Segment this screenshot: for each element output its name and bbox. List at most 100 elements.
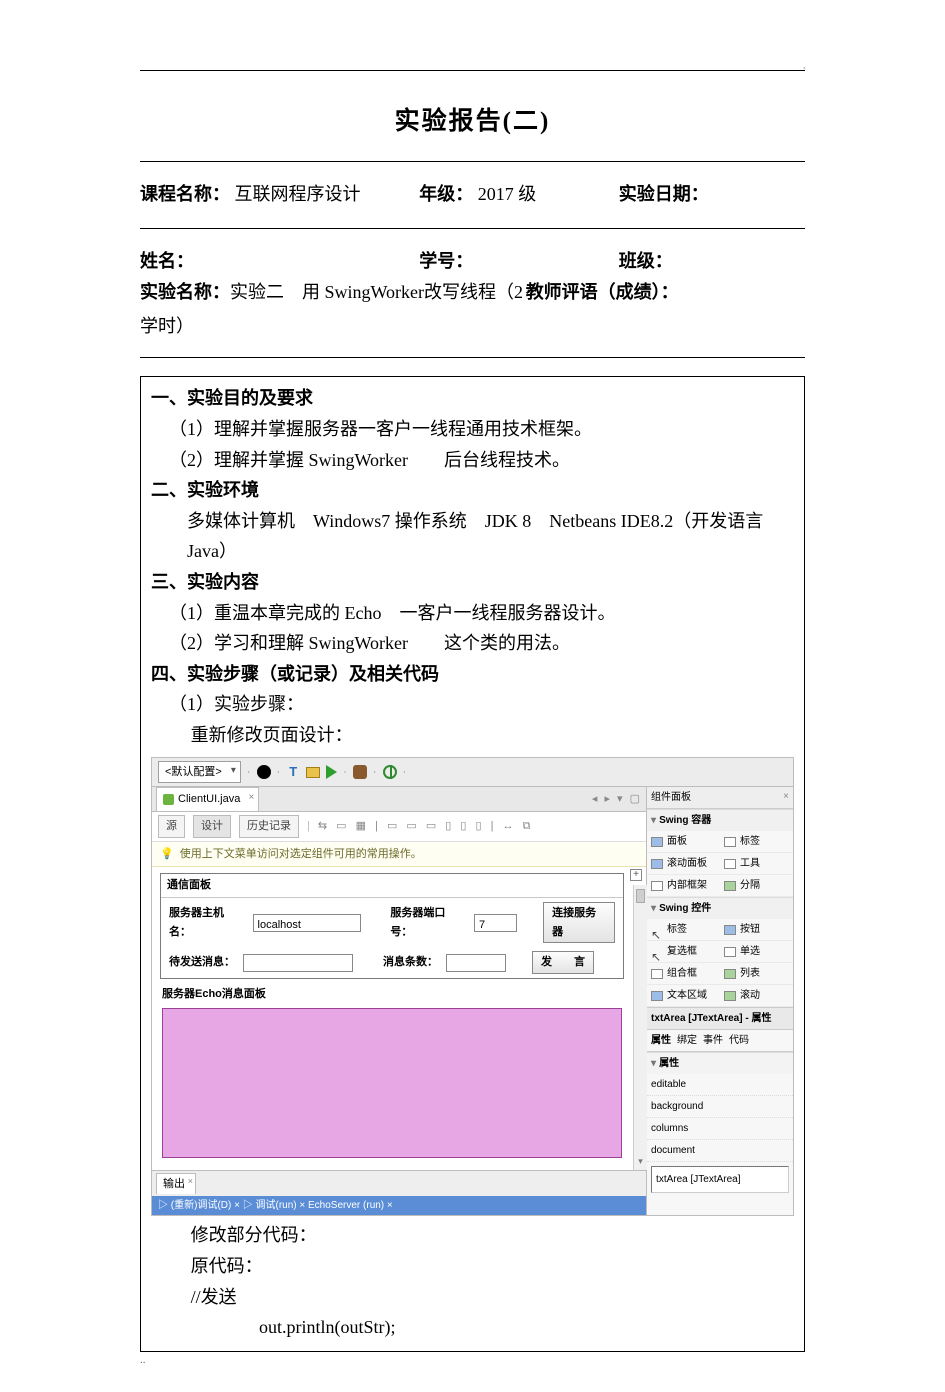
palette-tab[interactable]: 组件面板 ×	[647, 787, 793, 809]
palette-item-icon	[724, 859, 736, 869]
host-input[interactable]: localhost	[253, 914, 361, 932]
palette-item-icon	[724, 881, 736, 891]
palette-sec-controls[interactable]: ▾Swing 控件	[647, 897, 793, 919]
palette-item-icon	[651, 991, 663, 1001]
editor-body: + ▴ ▾ 通信面板 服务器主机名： localhost	[152, 867, 646, 1169]
stop-icon[interactable]	[257, 765, 271, 779]
palette-item[interactable]: 分隔	[720, 875, 793, 897]
editor-tool-icons[interactable]: ⇆ ▭ ▦ | ▭ ▭ ▭ ▯ ▯ ▯ | ↔ ⧉	[318, 817, 534, 836]
editor-bottom: 输出 × ▷ (重新)调试(D) × ▷ 调试(run) × EchoServe…	[152, 1170, 646, 1216]
comm-panel: 通信面板 服务器主机名： localhost 服务器端口号： 7 连接服务器	[160, 873, 624, 979]
properties-header: txtArea [JTextArea] - 属性	[647, 1007, 793, 1030]
palette-item-icon	[724, 925, 736, 935]
date-label: 实验日期：	[619, 184, 709, 204]
grade-label: 年级：	[419, 184, 473, 204]
property-row[interactable]: editable	[647, 1074, 793, 1096]
sec2-body: 多媒体计算机 Windows7 操作系统 JDK 8 Netbeans IDE8…	[151, 506, 794, 567]
palette-item[interactable]: 按钮	[720, 919, 793, 941]
sec1-line1: （1）理解并掌握服务器一客户一线程通用技术框架。	[151, 414, 794, 445]
palette-item[interactable]: 工具	[720, 853, 793, 875]
view-design-btn[interactable]: 设计	[193, 815, 231, 838]
editor-tip-text: 使用上下文菜单访问对选定组件可用的常用操作。	[180, 845, 422, 864]
doc-title: 实验报告(二)	[140, 101, 805, 137]
msg-count-input[interactable]	[446, 954, 506, 972]
properties-section[interactable]: ▾属性	[647, 1052, 793, 1074]
editor-scrollbar[interactable]: ▴ ▾	[633, 885, 647, 1169]
palette-item-icon	[651, 837, 663, 847]
meta-rule-3	[140, 357, 805, 358]
editor-tab-label: ClientUI.java	[178, 790, 240, 809]
property-row[interactable]: document	[647, 1140, 793, 1162]
sec2-head: 二、实验环境	[151, 475, 794, 506]
build-icon[interactable]: T	[286, 765, 300, 779]
after-ide-3: //发送	[151, 1282, 794, 1313]
palette-item[interactable]: 面板	[647, 831, 720, 853]
port-input[interactable]: 7	[474, 914, 517, 932]
expand-icon[interactable]: +	[630, 869, 642, 881]
property-row[interactable]: columns	[647, 1118, 793, 1140]
properties-tab[interactable]: 事件	[703, 1032, 723, 1049]
properties-tabs: 属性绑定事件代码	[647, 1030, 793, 1052]
palette-item[interactable]: 文本区域	[647, 985, 720, 1007]
open-project-icon[interactable]	[306, 767, 320, 778]
palette-item[interactable]: 列表	[720, 963, 793, 985]
palette-item[interactable]: 滚动面板	[647, 853, 720, 875]
palette-item-label: 分隔	[740, 877, 760, 894]
meta-rule-1	[140, 161, 805, 162]
output-tab[interactable]: 输出 ×	[156, 1173, 196, 1195]
host-label: 服务器主机名：	[169, 904, 245, 941]
send-msg-label: 待发送消息：	[169, 953, 235, 972]
palette-item[interactable]: 单选	[720, 941, 793, 963]
property-row[interactable]: background	[647, 1096, 793, 1118]
palette-item[interactable]: 滚动	[720, 985, 793, 1007]
editor-tip: 💡 使用上下文菜单访问对选定组件可用的常用操作。	[152, 842, 646, 868]
view-source-btn[interactable]: 源	[158, 815, 185, 838]
send-msg-input[interactable]	[243, 954, 353, 972]
content-box: 一、实验目的及要求 （1）理解并掌握服务器一客户一线程通用技术框架。 （2）理解…	[140, 376, 805, 1351]
connect-button[interactable]: 连接服务器	[543, 902, 615, 943]
palette-item-label: 列表	[740, 965, 760, 982]
close-output-icon[interactable]: ×	[188, 1174, 193, 1189]
run-config-combo[interactable]: <默认配置>	[158, 761, 241, 784]
palette-item[interactable]: 组合框	[647, 963, 720, 985]
properties-tab[interactable]: 属性	[651, 1032, 671, 1049]
palette-item[interactable]: 内部框架	[647, 875, 720, 897]
close-tab-icon[interactable]: ×	[249, 789, 255, 806]
send-button[interactable]: 发 言	[532, 951, 594, 974]
output-strip[interactable]: ▷ (重新)调试(D) × ▷ 调试(run) × EchoServer (ru…	[152, 1196, 646, 1215]
echo-textarea[interactable]	[162, 1008, 622, 1158]
properties-footer: txtArea [JTextArea]	[651, 1166, 789, 1193]
editor-tab[interactable]: ClientUI.java ×	[156, 787, 259, 811]
properties-tab[interactable]: 代码	[729, 1032, 749, 1049]
palette-item-icon	[651, 859, 663, 869]
teacher-label: 教师评语（成绩）：	[526, 282, 679, 302]
profile-icon[interactable]	[383, 765, 397, 779]
course-value: 互联网程序设计	[235, 184, 361, 204]
close-palette-icon[interactable]: ×	[783, 788, 789, 805]
palette-sec-containers[interactable]: ▾Swing 容器	[647, 809, 793, 831]
palette-item-icon	[651, 925, 663, 935]
corner-mark: '	[803, 66, 805, 77]
course-label: 课程名称：	[140, 184, 230, 204]
palette-item[interactable]: 标签	[647, 919, 720, 941]
palette-item-icon	[724, 969, 736, 979]
palette-item-icon	[724, 991, 736, 1001]
ide-toolbar: <默认配置> · · T · · ·	[151, 757, 794, 788]
editor-subtoolbar: 源 设计 历史记录 | ⇆ ▭ ▦ | ▭ ▭ ▭ ▯ ▯ ▯ | ↔ ⧉	[152, 812, 646, 842]
palette-item-icon	[651, 881, 663, 891]
palette-item[interactable]: 复选框	[647, 941, 720, 963]
palette-item-label: 滚动面板	[667, 855, 707, 872]
sec4-line1: （1）实验步骤：	[151, 689, 794, 720]
palette-item-label: 组合框	[667, 965, 697, 982]
view-history-btn[interactable]: 历史记录	[239, 815, 299, 838]
properties-tab[interactable]: 绑定	[677, 1032, 697, 1049]
run-icon[interactable]	[326, 765, 337, 779]
palette-item[interactable]: 标签	[720, 831, 793, 853]
debug-icon[interactable]	[353, 765, 367, 779]
ide-screenshot: <默认配置> · · T · · · C	[151, 757, 794, 1217]
editor-nav-icons[interactable]: ◂ ▸ ▾ ▢	[592, 790, 642, 809]
output-tab-label: 输出	[163, 1178, 185, 1190]
meta-row-2: 姓名： 学号： 班级：	[140, 247, 805, 273]
palette-item-label: 面板	[667, 833, 687, 850]
class-label: 班级：	[619, 251, 673, 271]
